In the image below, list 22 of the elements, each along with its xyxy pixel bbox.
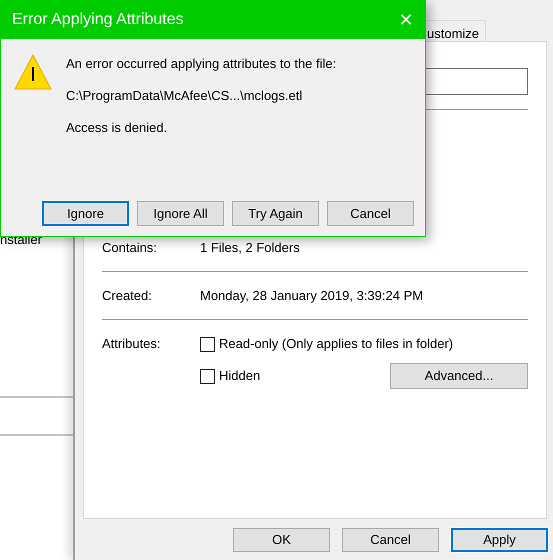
warning-icon bbox=[14, 54, 52, 90]
checkbox-label: Hidden bbox=[219, 368, 260, 384]
message-text: C:\ProgramData\McAfee\CS...\mclogs.etl bbox=[66, 88, 304, 104]
window-title: Error Applying Attributes bbox=[12, 10, 184, 30]
dialog-button[interactable]: Cancel bbox=[342, 528, 439, 552]
dialog-button[interactable]: Apply bbox=[451, 528, 548, 552]
field-value: 1 Files, 2 Folders bbox=[200, 240, 300, 256]
dialog-button[interactable]: Cancel bbox=[327, 201, 414, 226]
dialog-button[interactable]: Ignore All bbox=[137, 201, 224, 226]
checkbox-label: Read-only (Only applies to files in folder) bbox=[219, 336, 454, 352]
advanced-button[interactable]: Advanced... bbox=[390, 363, 528, 389]
dialog-button[interactable]: Try Again bbox=[232, 201, 319, 226]
field-value: Monday, 28 January 2019, 3:39:24 PM bbox=[200, 288, 424, 304]
checkbox[interactable] bbox=[200, 368, 215, 384]
dialog-button[interactable]: Ignore bbox=[42, 201, 129, 226]
field-label: Attributes: bbox=[102, 336, 162, 353]
field-label: Contains: bbox=[102, 240, 158, 256]
field-label: Created: bbox=[102, 288, 153, 304]
dialog-button[interactable]: OK bbox=[233, 528, 330, 552]
checkbox[interactable] bbox=[200, 336, 215, 352]
message-text: An error occurred applying attributes to the file: bbox=[66, 56, 336, 72]
message-text: Access is denied. bbox=[66, 120, 168, 136]
